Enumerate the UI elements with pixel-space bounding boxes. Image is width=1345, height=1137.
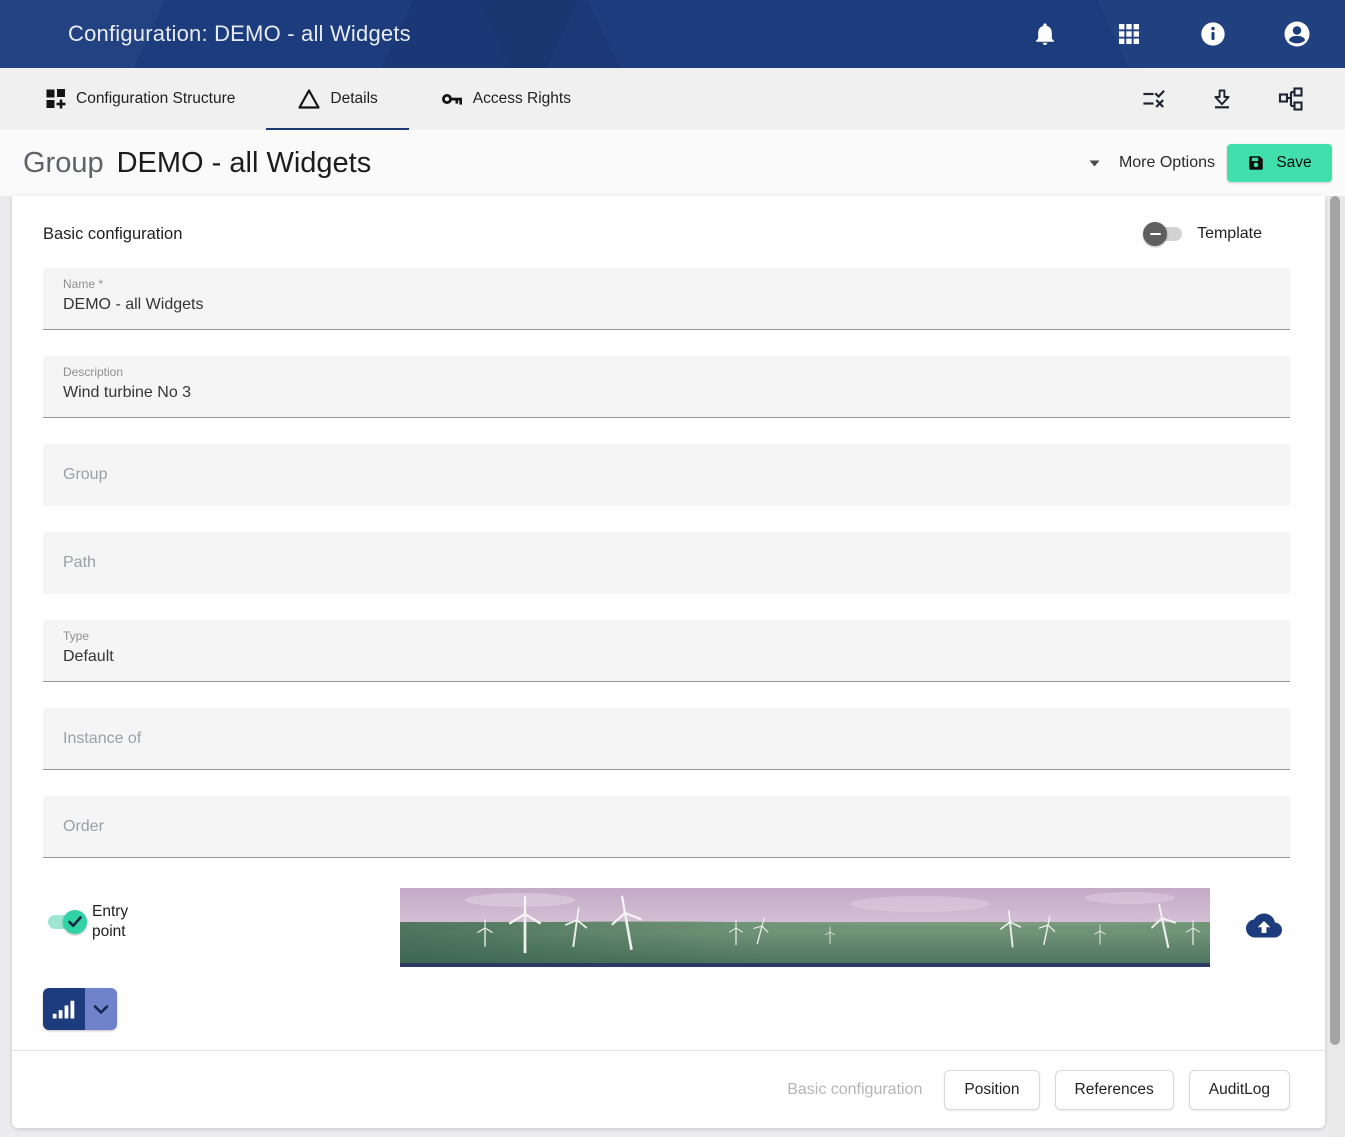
triangle-icon — [297, 88, 321, 110]
caret-down-icon — [1089, 160, 1100, 167]
account-icon — [1282, 19, 1312, 49]
description-field[interactable]: Description Wind turbine No 3 — [43, 356, 1290, 418]
group-field: Group — [43, 444, 1290, 506]
download-button[interactable] — [1209, 86, 1235, 112]
more-options-label: More Options — [1119, 154, 1215, 172]
page-header: Group DEMO - all Widgets More Options Sa… — [0, 130, 1345, 196]
section-row: Basic configuration Template — [43, 222, 1290, 246]
rule-button[interactable] — [1141, 86, 1167, 112]
tab-access-rights[interactable]: Access Rights — [409, 68, 602, 130]
app-title: Configuration: DEMO - all Widgets — [68, 21, 411, 47]
form-fields: Name * DEMO - all Widgets Description Wi… — [43, 268, 1290, 858]
entry-point-toggle-group: Entry point — [45, 902, 138, 942]
field-value: Default — [63, 648, 1274, 666]
tab-label: Details — [330, 90, 377, 108]
chart-type-select[interactable] — [43, 988, 117, 1030]
panel-footer: Basic configuration Position References … — [12, 1050, 1325, 1128]
footer-current-section: Basic configuration — [787, 1081, 922, 1099]
references-button[interactable]: References — [1055, 1070, 1174, 1110]
tab-label: Configuration Structure — [76, 90, 235, 108]
more-options-button[interactable]: More Options — [1089, 154, 1215, 172]
save-label: Save — [1276, 154, 1311, 172]
tree-button[interactable] — [1277, 86, 1303, 112]
section-title: Basic configuration — [43, 225, 182, 244]
upload-image-button[interactable] — [1244, 908, 1284, 942]
tab-label: Access Rights — [473, 90, 571, 108]
cloud-upload-icon — [1246, 912, 1282, 939]
tree-icon — [1278, 87, 1303, 111]
template-toggle-label: Template — [1197, 225, 1262, 243]
bar-chart-icon — [43, 988, 85, 1030]
template-toggle[interactable] — [1143, 221, 1185, 247]
position-button[interactable]: Position — [944, 1070, 1039, 1110]
rule-icon — [1142, 87, 1166, 111]
entry-point-label: Entry point — [92, 902, 138, 942]
tab-bar-actions — [1141, 86, 1303, 112]
media-row: Entry point — [43, 888, 1290, 968]
info-icon — [1199, 20, 1227, 48]
tab-bar: Configuration Structure Details Access R… — [0, 68, 1345, 130]
minus-icon — [1150, 233, 1161, 235]
apps-button[interactable] — [1115, 20, 1143, 48]
field-placeholder: Group — [63, 466, 107, 484]
check-icon — [68, 916, 82, 928]
app-bar: Configuration: DEMO - all Widgets — [0, 0, 1345, 68]
page-title: Group DEMO - all Widgets — [23, 147, 371, 180]
info-button[interactable] — [1199, 20, 1227, 48]
tab-active-underline — [266, 128, 408, 130]
details-panel: Basic configuration Template Name * DEMO… — [12, 196, 1325, 1128]
account-button[interactable] — [1283, 20, 1311, 48]
tab-details[interactable]: Details — [266, 68, 408, 130]
template-toggle-group: Template — [1143, 221, 1262, 247]
dashboard-customize-icon — [45, 88, 67, 110]
type-field[interactable]: Type Default — [43, 620, 1290, 682]
key-icon — [440, 87, 464, 111]
order-field[interactable]: Order — [43, 796, 1290, 858]
apps-grid-icon — [1117, 22, 1141, 46]
field-placeholder: Instance of — [63, 730, 141, 748]
save-button[interactable]: Save — [1227, 144, 1332, 182]
field-label: Type — [63, 629, 1274, 643]
entry-point-toggle[interactable] — [45, 909, 87, 935]
app-bar-actions — [1031, 20, 1311, 48]
name-field[interactable]: Name * DEMO - all Widgets — [43, 268, 1290, 330]
notifications-button[interactable] — [1031, 20, 1059, 48]
field-label: Description — [63, 365, 1274, 379]
toggle-thumb — [63, 910, 87, 934]
field-value: Wind turbine No 3 — [63, 384, 1274, 402]
chevron-down-icon — [85, 988, 117, 1030]
field-value: DEMO - all Widgets — [63, 296, 1274, 314]
entity-name-label: DEMO - all Widgets — [117, 147, 372, 180]
header-actions: More Options Save — [1089, 144, 1332, 182]
auditlog-button[interactable]: AuditLog — [1189, 1070, 1290, 1110]
bell-icon — [1032, 21, 1058, 47]
entity-type-label: Group — [23, 147, 104, 180]
field-label: Name * — [63, 277, 1274, 291]
path-field: Path — [43, 532, 1290, 594]
scrollbar-thumb[interactable] — [1330, 196, 1340, 1045]
field-placeholder: Path — [63, 554, 96, 572]
instance-of-field[interactable]: Instance of — [43, 708, 1290, 770]
download-icon — [1210, 87, 1234, 111]
field-placeholder: Order — [63, 818, 104, 836]
save-floppy-icon — [1247, 154, 1265, 172]
toggle-thumb — [1143, 222, 1167, 246]
tab-configuration-structure[interactable]: Configuration Structure — [14, 68, 266, 130]
preview-image — [400, 888, 1210, 967]
